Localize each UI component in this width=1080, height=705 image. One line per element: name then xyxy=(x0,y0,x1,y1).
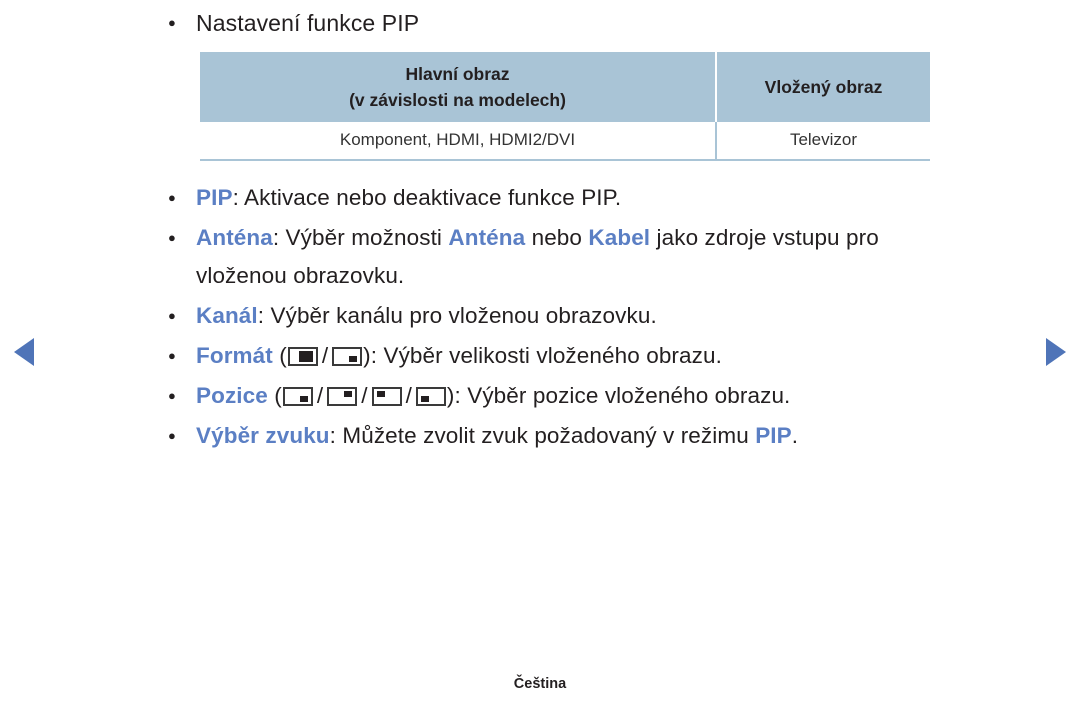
page-title: Nastavení funkce PIP xyxy=(196,10,420,36)
list-item-description-pre: : Výběr možnosti xyxy=(272,225,449,250)
list-item-term: Formát xyxy=(196,343,273,368)
list-item-term: Výběr zvuku xyxy=(196,423,330,448)
list-item: Pozice ( / / / ): Výběr pozice vloženého obr… xyxy=(162,377,962,415)
inline-option-antenna: Anténa xyxy=(448,225,526,250)
table-head: Hlavní obraz (v závislosti na modelech) … xyxy=(200,52,930,122)
list-item-text: PIP: Aktivace nebo deaktivace funkce PIP… xyxy=(196,179,962,217)
table-body: Komponent, HDMI, HDMI2/DVI Televizor xyxy=(200,122,930,161)
list-item: Výběr zvuku: Můžete zvolit zvuk požadova… xyxy=(162,417,962,455)
bullet-dot-icon xyxy=(162,4,196,42)
column-header-sub-image: Vložený obraz xyxy=(716,52,930,122)
list-item-description-pre: : Můžete zvolit zvuk požadovaný v režimu xyxy=(329,423,756,448)
pip-size-large-icon xyxy=(287,347,318,366)
list-item-text: Formát ( / ): Výběr velikosti vloženého ob… xyxy=(196,337,962,375)
bullet-dot-icon xyxy=(162,417,196,455)
list-item-description: : Aktivace nebo deaktivace funkce PIP. xyxy=(232,185,622,210)
list-item-term: PIP xyxy=(196,185,233,210)
list-item-description-mid: nebo xyxy=(525,225,589,250)
list-item-term: Kanál xyxy=(196,303,258,328)
pip-position-top-left-icon xyxy=(371,387,402,406)
bullet-dot-icon xyxy=(162,179,196,217)
icon-separator: / xyxy=(405,383,412,408)
content-column: Nastavení funkce PIP Hlavní obraz (v záv… xyxy=(162,4,962,457)
icon-separator: / xyxy=(361,383,368,408)
pip-position-bottom-right-icon xyxy=(282,387,313,406)
cell-main-sources: Komponent, HDMI, HDMI2/DVI xyxy=(200,122,717,161)
list-item: Formát ( / ): Výběr velikosti vloženého ob… xyxy=(162,337,962,375)
section-heading: Nastavení funkce PIP xyxy=(162,4,962,42)
inline-option-cable: Kabel xyxy=(588,225,651,250)
list-item: PIP: Aktivace nebo deaktivace funkce PIP… xyxy=(162,179,962,217)
manual-page: Nastavení funkce PIP Hlavní obraz (v záv… xyxy=(0,0,1080,705)
list-item-description: : Výběr kanálu pro vloženou obrazovku. xyxy=(257,303,657,328)
list-item-description: ): Výběr velikosti vloženého obrazu. xyxy=(363,343,722,368)
list-item-term: Pozice xyxy=(196,383,268,408)
paren-open: ( xyxy=(272,343,287,368)
icon-separator: / xyxy=(316,383,324,408)
list-item-text: Kanál: Výběr kanálu pro vloženou obrazov… xyxy=(196,297,962,335)
list-item-description: ): Výběr pozice vloženého obrazu. xyxy=(446,383,791,408)
column-header-sub-image-line1: Vložený obraz xyxy=(764,77,883,97)
pip-source-table: Hlavní obraz (v závislosti na modelech) … xyxy=(200,52,930,161)
table-header-row: Hlavní obraz (v závislosti na modelech) … xyxy=(200,52,930,122)
list-item-text: Výběr zvuku: Můžete zvolit zvuk požadova… xyxy=(196,417,962,455)
bullet-dot-icon xyxy=(162,377,196,415)
list-item: Kanál: Výběr kanálu pro vloženou obrazov… xyxy=(162,297,962,335)
pip-size-small-icon xyxy=(332,347,363,366)
paren-open: ( xyxy=(267,383,282,408)
list-item: Anténa: Výběr možnosti Anténa nebo Kabel… xyxy=(162,219,962,295)
pip-position-top-right-icon xyxy=(327,387,358,406)
column-header-main-image: Hlavní obraz (v závislosti na modelech) xyxy=(200,52,717,122)
list-item-term: Anténa xyxy=(196,225,273,250)
triangle-left-icon[interactable] xyxy=(14,338,34,366)
bullet-dot-icon xyxy=(162,297,196,335)
column-header-main-image-line2: (v závislosti na modelech) xyxy=(349,90,566,110)
bullet-dot-icon xyxy=(162,219,196,257)
list-item-text: Anténa: Výběr možnosti Anténa nebo Kabel… xyxy=(196,219,962,295)
triangle-right-icon[interactable] xyxy=(1046,338,1066,366)
column-header-main-image-line1: Hlavní obraz xyxy=(405,64,510,84)
icon-separator: / xyxy=(321,343,329,368)
cell-sub-source: Televizor xyxy=(716,122,930,161)
list-item-description-post: . xyxy=(791,423,799,448)
inline-option-pip: PIP xyxy=(755,423,792,448)
table-row: Komponent, HDMI, HDMI2/DVI Televizor xyxy=(200,122,930,161)
footer-language: Čeština xyxy=(513,676,567,692)
list-item-text: Pozice ( / / / ): Výběr pozice vloženého obr… xyxy=(196,377,962,415)
bullet-dot-icon xyxy=(162,337,196,375)
pip-position-bottom-left-icon xyxy=(415,387,446,406)
